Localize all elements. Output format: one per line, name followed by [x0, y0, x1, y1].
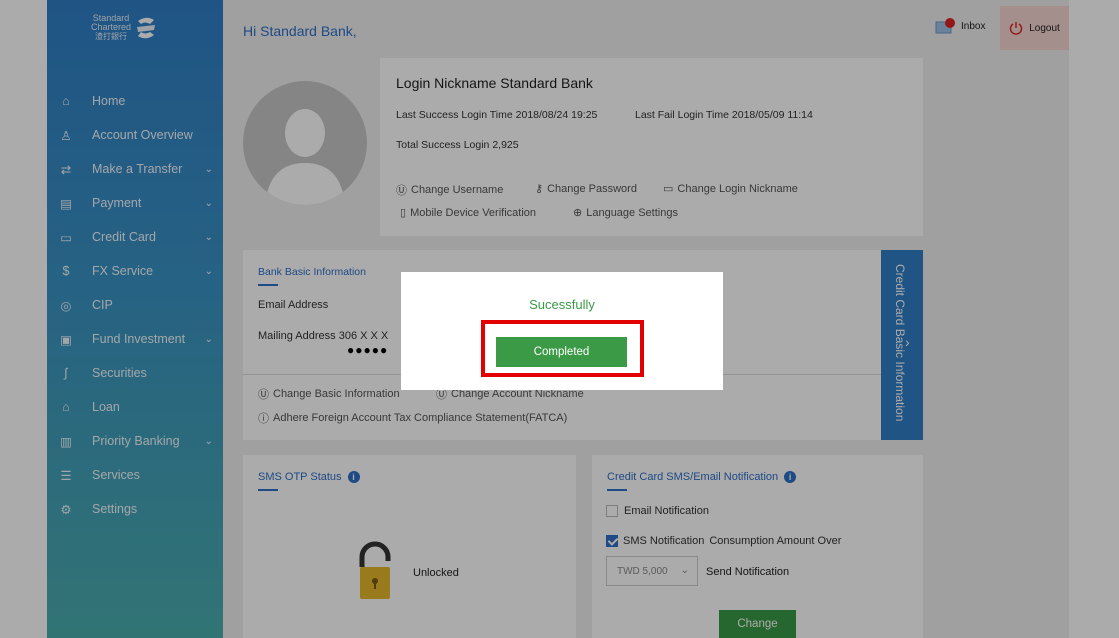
highlight-box: [481, 320, 644, 377]
dialog-message: Sucessfully: [529, 297, 595, 312]
